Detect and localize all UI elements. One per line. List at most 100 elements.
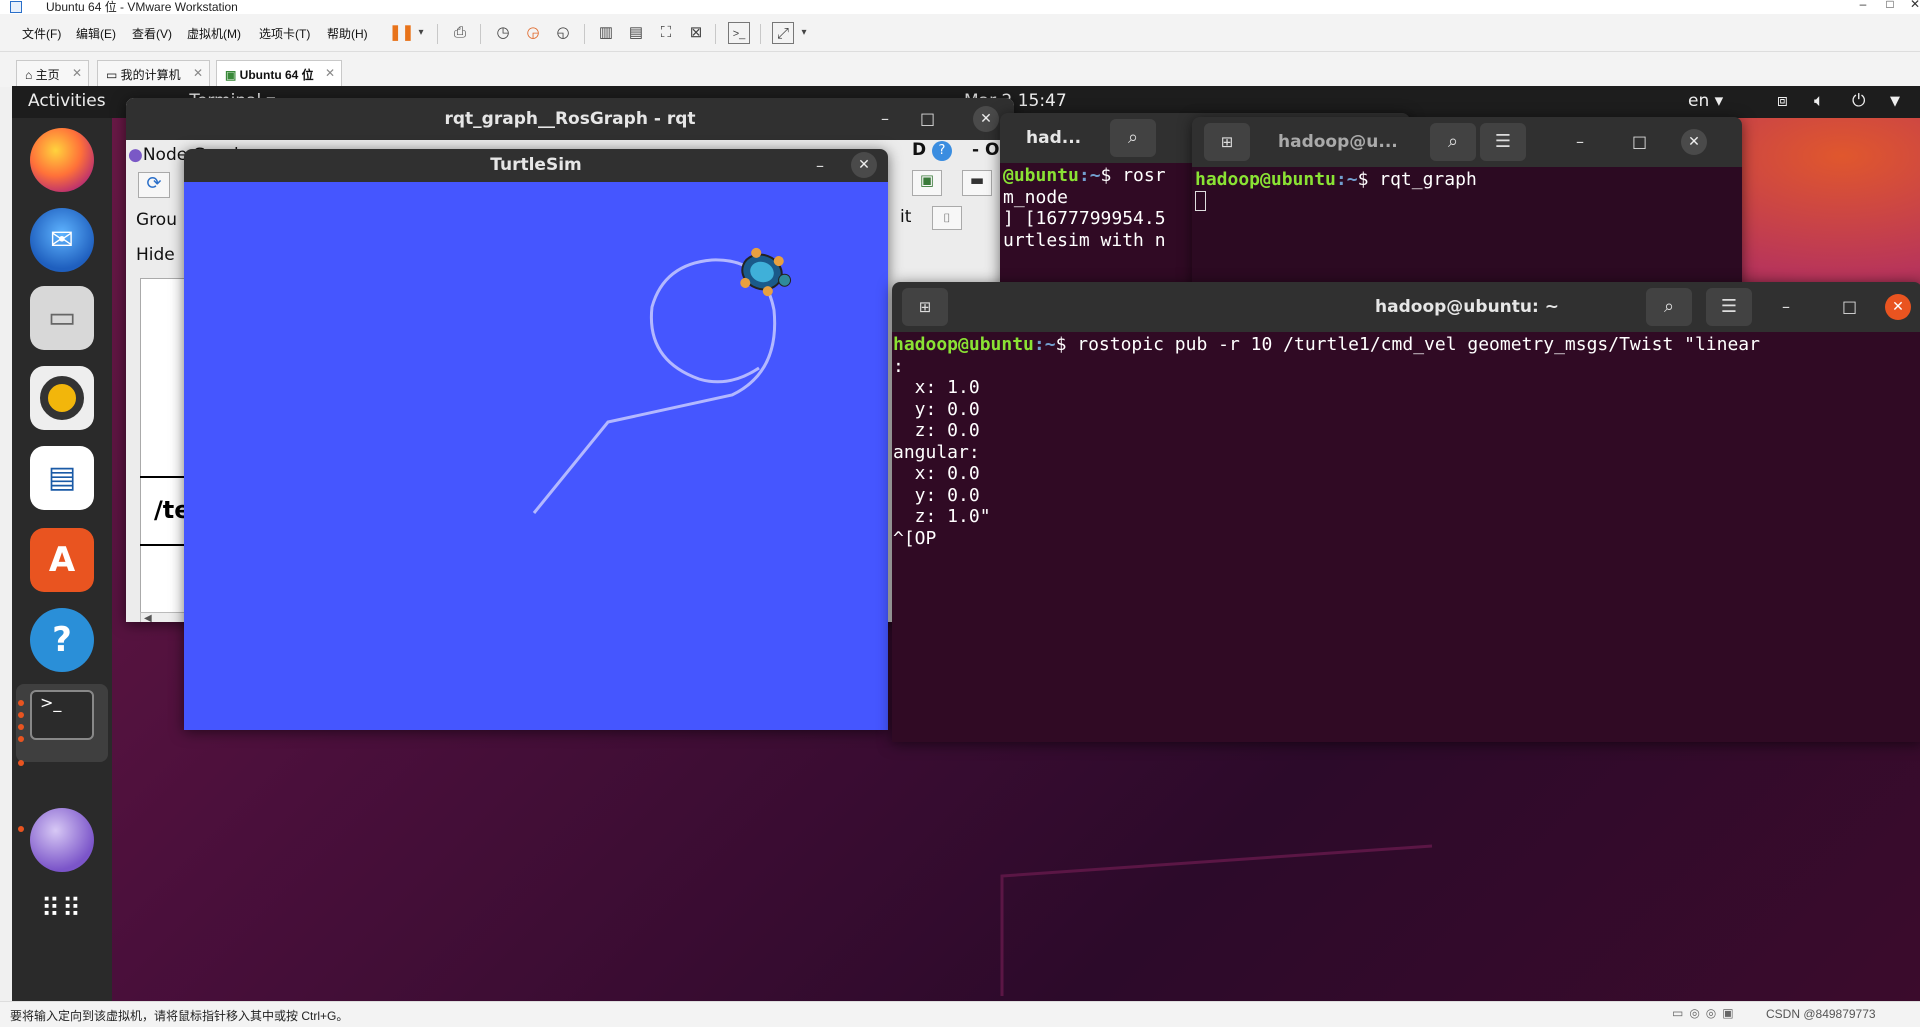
tab-home[interactable]: ⌂ 主页 ✕	[16, 60, 89, 87]
sidebar-icon[interactable]: ▥	[595, 22, 617, 44]
close-icon[interactable]: ✕	[851, 152, 877, 178]
maximize-icon[interactable]: □	[1842, 282, 1857, 332]
turtlesim-window[interactable]: TurtleSim – ✕	[184, 149, 888, 730]
firefox-icon[interactable]	[30, 128, 94, 192]
minimize-icon[interactable]: –	[1848, 0, 1878, 11]
terminal-window-front[interactable]: ⊞ hadoop@ubuntu: ~ ⌕ ☰ – □ ✕ hadoop@ubun…	[892, 282, 1920, 742]
console-icon[interactable]: >_	[728, 22, 750, 44]
vmware-window: Ubuntu 64 位 - VMware Workstation – □ ✕ 文…	[0, 0, 1920, 1027]
running-indicator	[18, 760, 24, 766]
command-text: $ rostopic pub -r 10 /turtle1/cmd_vel ge…	[1055, 334, 1760, 355]
thunderbird-icon[interactable]: ✉	[30, 208, 94, 272]
unity-icon[interactable]: ⊠	[685, 22, 707, 44]
running-indicator	[18, 712, 24, 718]
device-icons[interactable]: ▭◎◎▣	[1672, 1006, 1740, 1020]
software-icon[interactable]: A	[30, 528, 94, 592]
maximize-icon[interactable]: □	[1632, 117, 1647, 167]
send-keys-icon[interactable]: ⎙	[449, 22, 471, 44]
activities-button[interactable]: Activities	[28, 91, 106, 111]
search-icon[interactable]: ⌕	[1646, 288, 1692, 326]
menu-icon[interactable]: ☰	[1706, 288, 1752, 326]
hide-label: Hide	[136, 245, 175, 265]
terminal-front-output[interactable]: hadoop@ubuntu:~$ rostopic pub -r 10 /tur…	[892, 332, 1920, 742]
vmware-statusbar: 要将输入定向到该虚拟机，请将鼠标指针移入其中或按 Ctrl+G。 ▭◎◎▣ CS…	[0, 1001, 1920, 1027]
menu-view[interactable]: 查看(V)	[132, 25, 172, 42]
writer-icon[interactable]: ▤	[30, 446, 94, 510]
close-icon[interactable]: ✕	[325, 66, 335, 80]
output-line: ] [1677799954.5	[1003, 208, 1166, 229]
snapshot-manager-icon[interactable]: ◵	[552, 22, 574, 44]
menu-file[interactable]: 文件(F)	[22, 25, 61, 42]
help-icon[interactable]: ?	[932, 141, 952, 161]
turtlesim-canvas	[184, 182, 888, 730]
command-output: : x: 1.0 y: 0.0 z: 0.0 angular: x: 0.0 y…	[893, 355, 991, 549]
running-indicator	[18, 826, 24, 832]
menu-vm[interactable]: 虚拟机(M)	[187, 25, 241, 42]
rqt-title: rqt_graph__RosGraph - rqt	[444, 109, 696, 129]
dock: ✉ ▭ ▤ A ? >_ ⠿⠿	[12, 118, 112, 1001]
close-icon[interactable]: ✕	[1681, 129, 1707, 155]
vmware-menubar: 文件(F) 编辑(E) 查看(V) 虚拟机(M) 选项卡(T) 帮助(H) ❚❚…	[0, 14, 1920, 52]
terminal-icon[interactable]: >_	[30, 690, 94, 740]
language-indicator[interactable]: en ▾	[1688, 91, 1723, 111]
chevron-down-icon[interactable]: ▾	[410, 22, 432, 44]
rhythmbox-icon[interactable]	[30, 366, 94, 430]
close-icon[interactable]: ✕	[72, 66, 82, 80]
chevron-down-icon[interactable]: ▾	[793, 22, 815, 44]
group-label: Grou	[136, 210, 177, 230]
turtlesim-title: TurtleSim	[490, 155, 582, 175]
volume-icon[interactable]: 🔈︎	[1814, 91, 1824, 111]
maximize-icon[interactable]: □	[920, 98, 935, 140]
power-icon[interactable]: ⏻	[1852, 91, 1865, 111]
revert-snapshot-icon[interactable]: ◶	[522, 22, 544, 44]
screenshot-icon[interactable]: ▬	[962, 170, 992, 196]
minimize-icon[interactable]: –	[1576, 117, 1584, 167]
toolbar-separator	[584, 24, 585, 44]
tab-label: Ubuntu 64 位	[239, 68, 314, 82]
menu-tabs[interactable]: 选项卡(T)	[259, 25, 310, 42]
rviz-icon[interactable]	[30, 808, 94, 872]
tab-ubuntu[interactable]: ▣ Ubuntu 64 位 ✕	[216, 60, 342, 87]
apps-grid-icon[interactable]: ⠿⠿	[30, 890, 94, 954]
stretch-icon[interactable]: ⤢	[772, 22, 794, 44]
search-icon[interactable]: ⌕	[1430, 123, 1476, 161]
terminal-mid-titlebar: ⊞ hadoop@u... ⌕ ☰ – □ ✕	[1192, 117, 1742, 167]
vmware-app-icon	[10, 1, 22, 13]
new-tab-icon[interactable]: ⊞	[902, 288, 948, 326]
menu-edit[interactable]: 编辑(E)	[76, 25, 116, 42]
menu-help[interactable]: 帮助(H)	[327, 25, 368, 42]
minimize-icon[interactable]: –	[881, 98, 889, 140]
menu-icon[interactable]: ☰	[1480, 123, 1526, 161]
minimize-icon[interactable]: –	[1782, 282, 1790, 332]
search-icon[interactable]: ⌕	[1110, 119, 1156, 157]
running-indicator	[18, 724, 24, 730]
new-tab-icon[interactable]: ⊞	[1204, 123, 1250, 161]
turtle-trail	[532, 258, 777, 514]
minimize-icon[interactable]: –	[816, 149, 824, 182]
tab-my-computer[interactable]: ▭ 我的计算机 ✕	[97, 60, 210, 87]
pause-icon[interactable]: ❚❚	[389, 22, 414, 44]
turtlesim-titlebar: TurtleSim – ✕	[184, 149, 888, 182]
chevron-down-icon[interactable]: ▼	[1890, 94, 1900, 109]
vm-icon: ▣	[225, 68, 240, 82]
files-icon[interactable]: ▭	[30, 286, 94, 350]
refresh-button[interactable]: ⟳	[138, 172, 170, 198]
fullscreen-icon[interactable]: ⛶	[655, 22, 677, 44]
thumbnail-icon[interactable]: ▤	[625, 22, 647, 44]
prompt-path: :~	[1335, 169, 1358, 190]
close-icon[interactable]: ✕	[1885, 294, 1911, 320]
tab-label: 主页	[35, 68, 60, 82]
help-icon[interactable]: ?	[30, 608, 94, 672]
toolbar-separator	[760, 24, 761, 44]
toolbar-separator	[437, 24, 438, 44]
close-icon[interactable]: ✕	[193, 66, 203, 80]
fit-button[interactable]: ⌷	[932, 206, 962, 230]
snapshot-icon[interactable]: ◷	[492, 22, 514, 44]
ubuntu-desktop[interactable]: Activities >_ Terminal ▾ Mar 2 15:47 en …	[12, 86, 1920, 1001]
status-message: 要将输入定向到该虚拟机，请将鼠标指针移入其中或按 Ctrl+G。	[10, 1009, 349, 1023]
command-text: $ rqt_graph	[1357, 169, 1477, 190]
save-image-icon[interactable]: ▣	[912, 170, 942, 196]
close-icon[interactable]: ✕	[1900, 0, 1920, 11]
network-icon[interactable]: ⧈	[1777, 91, 1788, 111]
close-icon[interactable]: ✕	[973, 106, 999, 132]
